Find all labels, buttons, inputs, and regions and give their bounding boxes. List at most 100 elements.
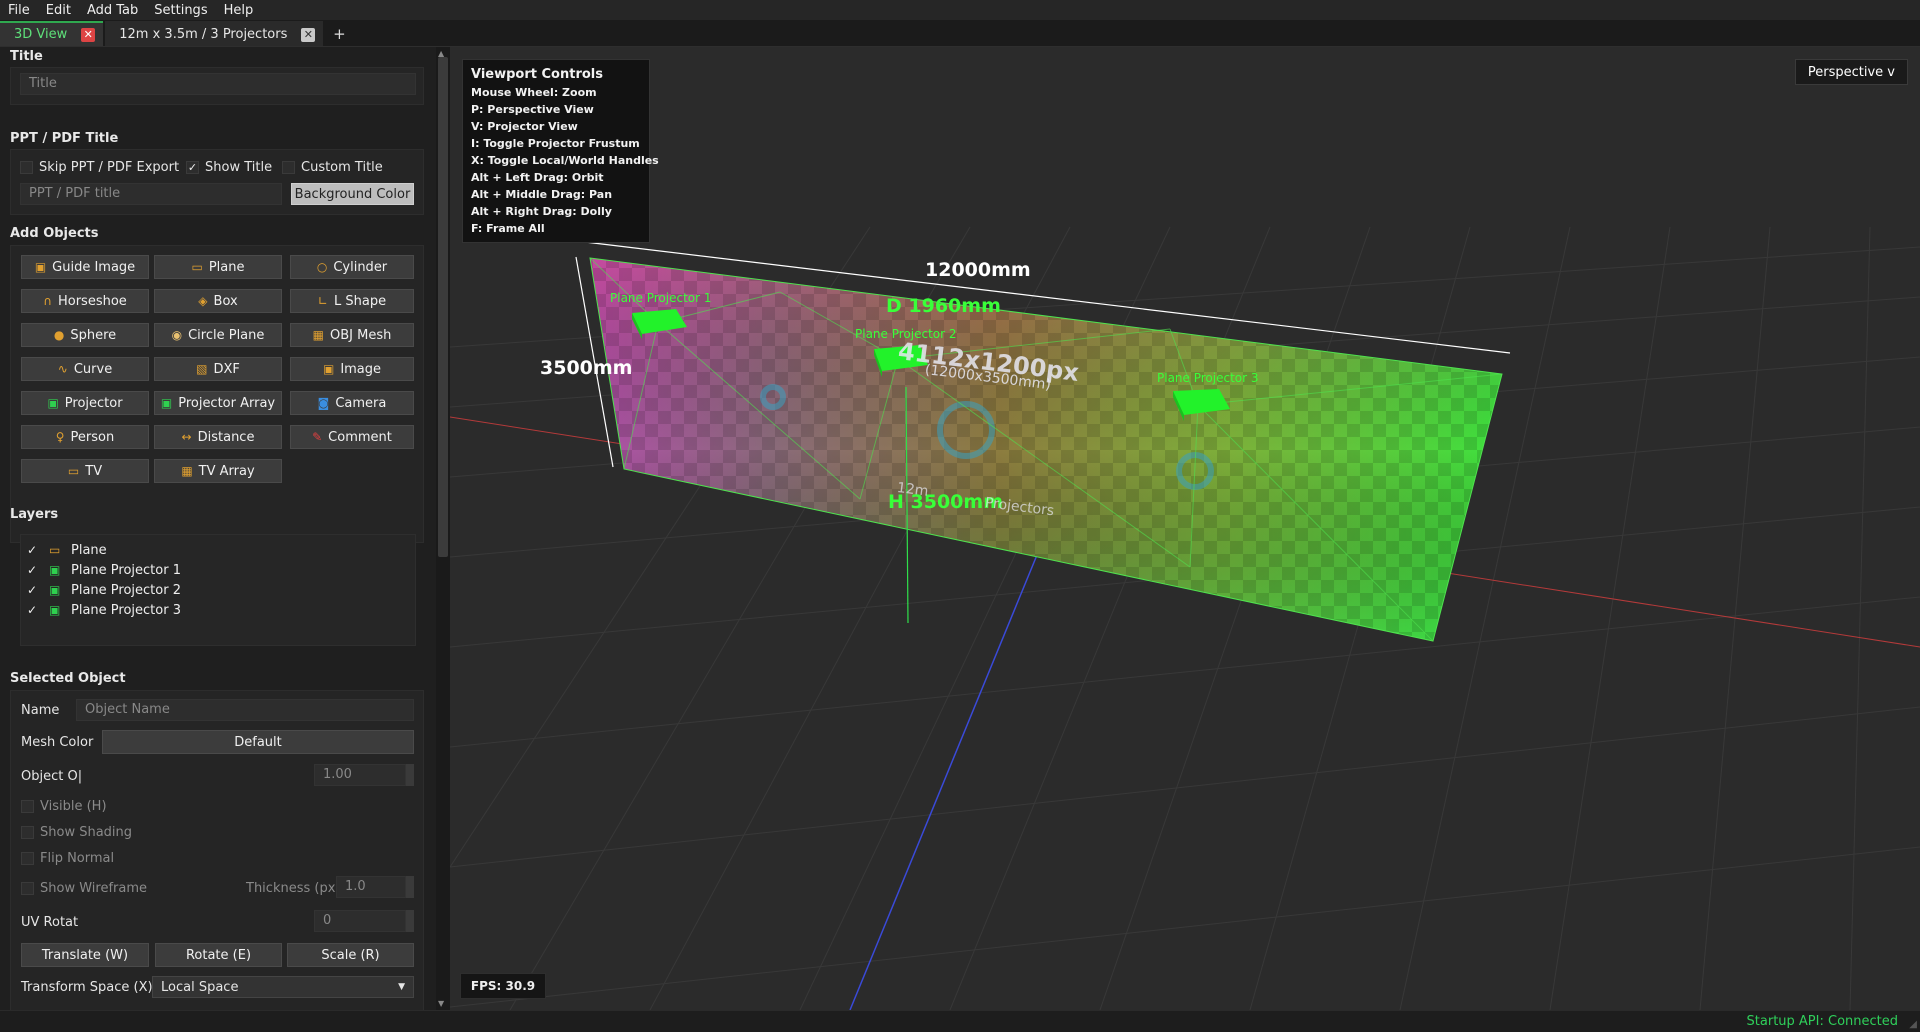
add-l-shape-button[interactable]: ∟ L Shape bbox=[290, 289, 414, 313]
transform-space-value: Local Space bbox=[161, 979, 239, 995]
curve-icon: ∿ bbox=[57, 362, 68, 376]
scrollbar-thumb[interactable] bbox=[438, 57, 448, 557]
add-person-button[interactable]: ♀ Person bbox=[21, 425, 149, 449]
viewport-control-line: P: Perspective View bbox=[471, 103, 594, 116]
button-label: Camera bbox=[335, 395, 387, 411]
status-bar: Startup API: Connected ◢ bbox=[0, 1010, 1920, 1032]
circle-plane-icon: ◉ bbox=[171, 328, 183, 342]
add-projector-array-button[interactable]: ▣ Projector Array bbox=[154, 391, 282, 415]
checkmark-icon[interactable]: ✓ bbox=[27, 563, 41, 577]
add-distance-button[interactable]: ↔ Distance bbox=[154, 425, 282, 449]
add-circle-plane-button[interactable]: ◉ Circle Plane bbox=[154, 323, 282, 347]
add-image-button[interactable]: ▣ Image bbox=[290, 357, 414, 381]
button-label: Horseshoe bbox=[57, 293, 127, 309]
mesh-color-label: Mesh Color bbox=[21, 735, 94, 750]
add-sphere-button[interactable]: ● Sphere bbox=[21, 323, 149, 347]
layers-list: ✓ ▭ Plane ✓ ▣ Plane Projector 1 ✓ ▣ Plane Projec… bbox=[20, 534, 416, 646]
menu-settings[interactable]: Settings bbox=[146, 3, 215, 18]
button-label: Projector Array bbox=[178, 395, 276, 411]
add-tv-button[interactable]: ▭ TV bbox=[21, 459, 149, 483]
add-box-button[interactable]: ◈ Box bbox=[154, 289, 282, 313]
close-icon[interactable]: ✕ bbox=[301, 27, 316, 42]
opacity-spinner[interactable] bbox=[406, 764, 414, 786]
uv-rotation-input[interactable]: 0 bbox=[314, 910, 406, 932]
image-icon: ▣ bbox=[322, 362, 335, 376]
add-guide-image-button[interactable]: ▣ Guide Image bbox=[21, 255, 149, 279]
flip-normal-checkbox[interactable]: Flip Normal bbox=[21, 851, 114, 866]
viewport-controls-title: Viewport Controls bbox=[471, 67, 603, 82]
custom-title-checkbox[interactable]: Custom Title bbox=[282, 160, 383, 175]
projector-array-icon: ▣ bbox=[160, 396, 173, 410]
menu-edit[interactable]: Edit bbox=[38, 3, 79, 18]
add-projector-button[interactable]: ▣ Projector bbox=[21, 391, 149, 415]
wireframe-checkbox[interactable]: Show Wireframe bbox=[21, 881, 147, 896]
add-comment-button[interactable]: ✎ Comment bbox=[290, 425, 414, 449]
ppt-title-input[interactable]: PPT / PDF title bbox=[20, 183, 282, 205]
button-label: Circle Plane bbox=[188, 327, 265, 343]
opacity-input[interactable]: 1.00 bbox=[314, 764, 406, 786]
layer-label: Plane Projector 3 bbox=[71, 602, 181, 618]
api-status: Startup API: Connected bbox=[1746, 1014, 1898, 1029]
add-curve-button[interactable]: ∿ Curve bbox=[21, 357, 149, 381]
layer-item[interactable]: ✓ ▭ Plane bbox=[27, 541, 107, 559]
checkmark-icon[interactable]: ✓ bbox=[27, 603, 41, 617]
rotate-button[interactable]: Rotate (E) bbox=[155, 943, 282, 967]
checkmark-icon[interactable]: ✓ bbox=[27, 543, 41, 557]
viewport-control-line: Alt + Left Drag: Orbit bbox=[471, 171, 604, 184]
menu-help[interactable]: Help bbox=[216, 3, 262, 18]
3d-viewport[interactable]: 12000mm 3500mm D 1960mm H 3500mm 4112x12… bbox=[450, 47, 1920, 1010]
tab-3d-view[interactable]: 3D View ✕ bbox=[0, 21, 104, 46]
transform-space-select[interactable]: Local Space ▼ bbox=[152, 976, 414, 998]
title-input[interactable]: Title bbox=[20, 73, 416, 95]
visible-checkbox[interactable]: Visible (H) bbox=[21, 799, 107, 814]
resize-grip-icon[interactable]: ◢ bbox=[1909, 1019, 1917, 1030]
button-label: TV Array bbox=[198, 463, 255, 479]
menu-file[interactable]: File bbox=[0, 3, 38, 18]
panel-scrollbar[interactable]: ▲ ▼ bbox=[436, 47, 450, 1010]
mesh-color-button[interactable]: Default bbox=[102, 730, 414, 754]
checkbox-icon bbox=[21, 826, 34, 839]
thickness-spinner[interactable] bbox=[406, 876, 414, 898]
add-obj-mesh-button[interactable]: ▦ OBJ Mesh bbox=[290, 323, 414, 347]
menu-add-tab[interactable]: Add Tab bbox=[79, 3, 146, 18]
tv-icon: ▭ bbox=[67, 464, 80, 478]
layer-item[interactable]: ✓ ▣ Plane Projector 3 bbox=[27, 601, 181, 619]
projector-icon: ▣ bbox=[49, 583, 61, 597]
translate-button[interactable]: Translate (W) bbox=[21, 943, 149, 967]
scale-button[interactable]: Scale (R) bbox=[287, 943, 414, 967]
skip-export-checkbox[interactable]: Skip PPT / PDF Export bbox=[20, 160, 179, 175]
dxf-icon: ▧ bbox=[196, 362, 208, 376]
viewport-control-line: V: Projector View bbox=[471, 120, 578, 133]
add-plane-button[interactable]: ▭ Plane bbox=[154, 255, 282, 279]
scene-canvas[interactable] bbox=[450, 47, 1920, 1010]
button-label: Person bbox=[70, 429, 115, 445]
close-icon[interactable]: ✕ bbox=[81, 27, 96, 42]
scroll-down-icon[interactable]: ▼ bbox=[438, 999, 444, 1008]
thickness-input[interactable]: 1.0 bbox=[336, 876, 406, 898]
viewport-control-line: Mouse Wheel: Zoom bbox=[471, 86, 597, 99]
tab-project[interactable]: 12m x 3.5m / 3 Projectors ✕ bbox=[105, 21, 324, 46]
uv-spinner[interactable] bbox=[406, 910, 414, 932]
button-label: Guide Image bbox=[52, 259, 136, 275]
add-horseshoe-button[interactable]: ∩ Horseshoe bbox=[21, 289, 149, 313]
button-label: Image bbox=[340, 361, 382, 377]
chevron-down-icon: ▼ bbox=[398, 982, 405, 992]
show-title-checkbox[interactable]: ✓ Show Title bbox=[186, 160, 272, 175]
button-label: Sphere bbox=[70, 327, 117, 343]
shading-checkbox[interactable]: Show Shading bbox=[21, 825, 132, 840]
viewport-controls-help: Viewport Controls Mouse Wheel: Zoom P: Pe… bbox=[462, 59, 659, 243]
view-mode-dropdown[interactable]: Perspective v bbox=[1794, 59, 1908, 85]
fps-counter: FPS: 30.9 bbox=[460, 973, 546, 999]
wireframe-label: Show Wireframe bbox=[40, 881, 147, 896]
add-camera-button[interactable]: ◙ Camera bbox=[290, 391, 414, 415]
checkmark-icon[interactable]: ✓ bbox=[27, 583, 41, 597]
add-tv-array-button[interactable]: ▦ TV Array bbox=[154, 459, 282, 483]
add-dxf-button[interactable]: ▧ DXF bbox=[154, 357, 282, 381]
add-cylinder-button[interactable]: ○ Cylinder bbox=[290, 255, 414, 279]
layer-item[interactable]: ✓ ▣ Plane Projector 1 bbox=[27, 561, 181, 579]
layer-item[interactable]: ✓ ▣ Plane Projector 2 bbox=[27, 581, 181, 599]
object-name-input[interactable]: Object Name bbox=[76, 699, 414, 721]
background-color-button[interactable]: Background Color bbox=[291, 183, 414, 205]
properties-panel: Title Title PPT / PDF Title Skip PPT / P… bbox=[0, 47, 436, 1010]
add-tab-button[interactable]: + bbox=[325, 21, 353, 46]
